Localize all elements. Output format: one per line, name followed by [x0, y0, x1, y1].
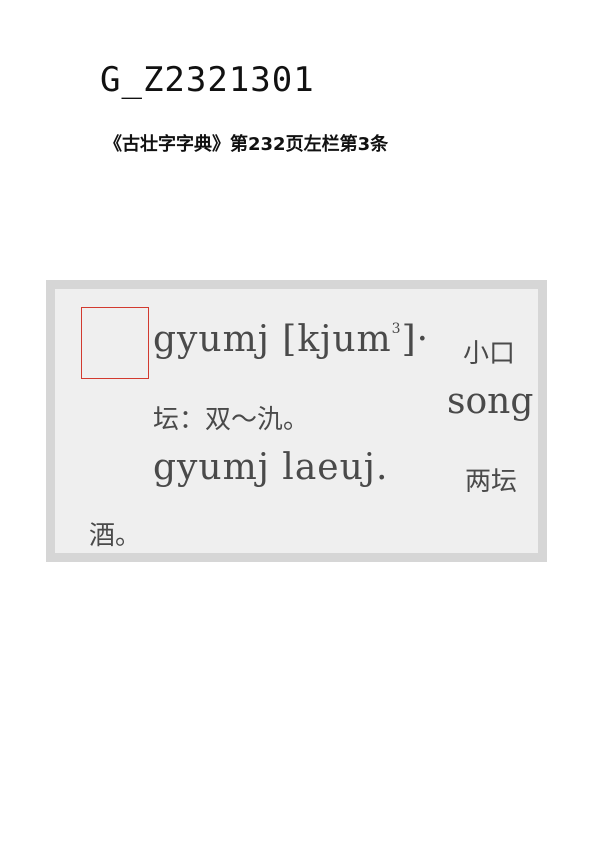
entry-line2-example: song — [447, 381, 533, 422]
entry-romanization: gyumj [kjum — [153, 319, 392, 360]
dictionary-scan: 𥮽 gyumj [kjum3]· 小口 坛：双～氿。 song gyumj la… — [46, 280, 547, 562]
entry-line1-definition: 小口 — [463, 333, 515, 370]
entry-line1-romanization: gyumj [kjum3]· — [153, 319, 429, 360]
entry-bracket: ]· — [402, 319, 430, 360]
source-citation: 《古壮字字典》第232页左栏第3条 — [104, 130, 388, 156]
page-title: G_Z2321301 𥮽 — [100, 60, 338, 100]
title-glyph: 𥮽 — [337, 60, 338, 100]
entry-line3-example: gyumj laeuj. — [153, 447, 388, 488]
entry-tone: 3 — [392, 321, 402, 337]
entry-line2-definition: 坛：双～氿。 — [153, 399, 309, 436]
character-code: G_Z2321301 — [100, 60, 315, 100]
entry-line4-translation: 酒。 — [89, 515, 141, 552]
scan-paper: 𥮽 gyumj [kjum3]· 小口 坛：双～氿。 song gyumj la… — [55, 289, 538, 553]
entry-line3-translation: 两坛 — [465, 461, 517, 498]
headword-highlight-box — [81, 307, 149, 379]
